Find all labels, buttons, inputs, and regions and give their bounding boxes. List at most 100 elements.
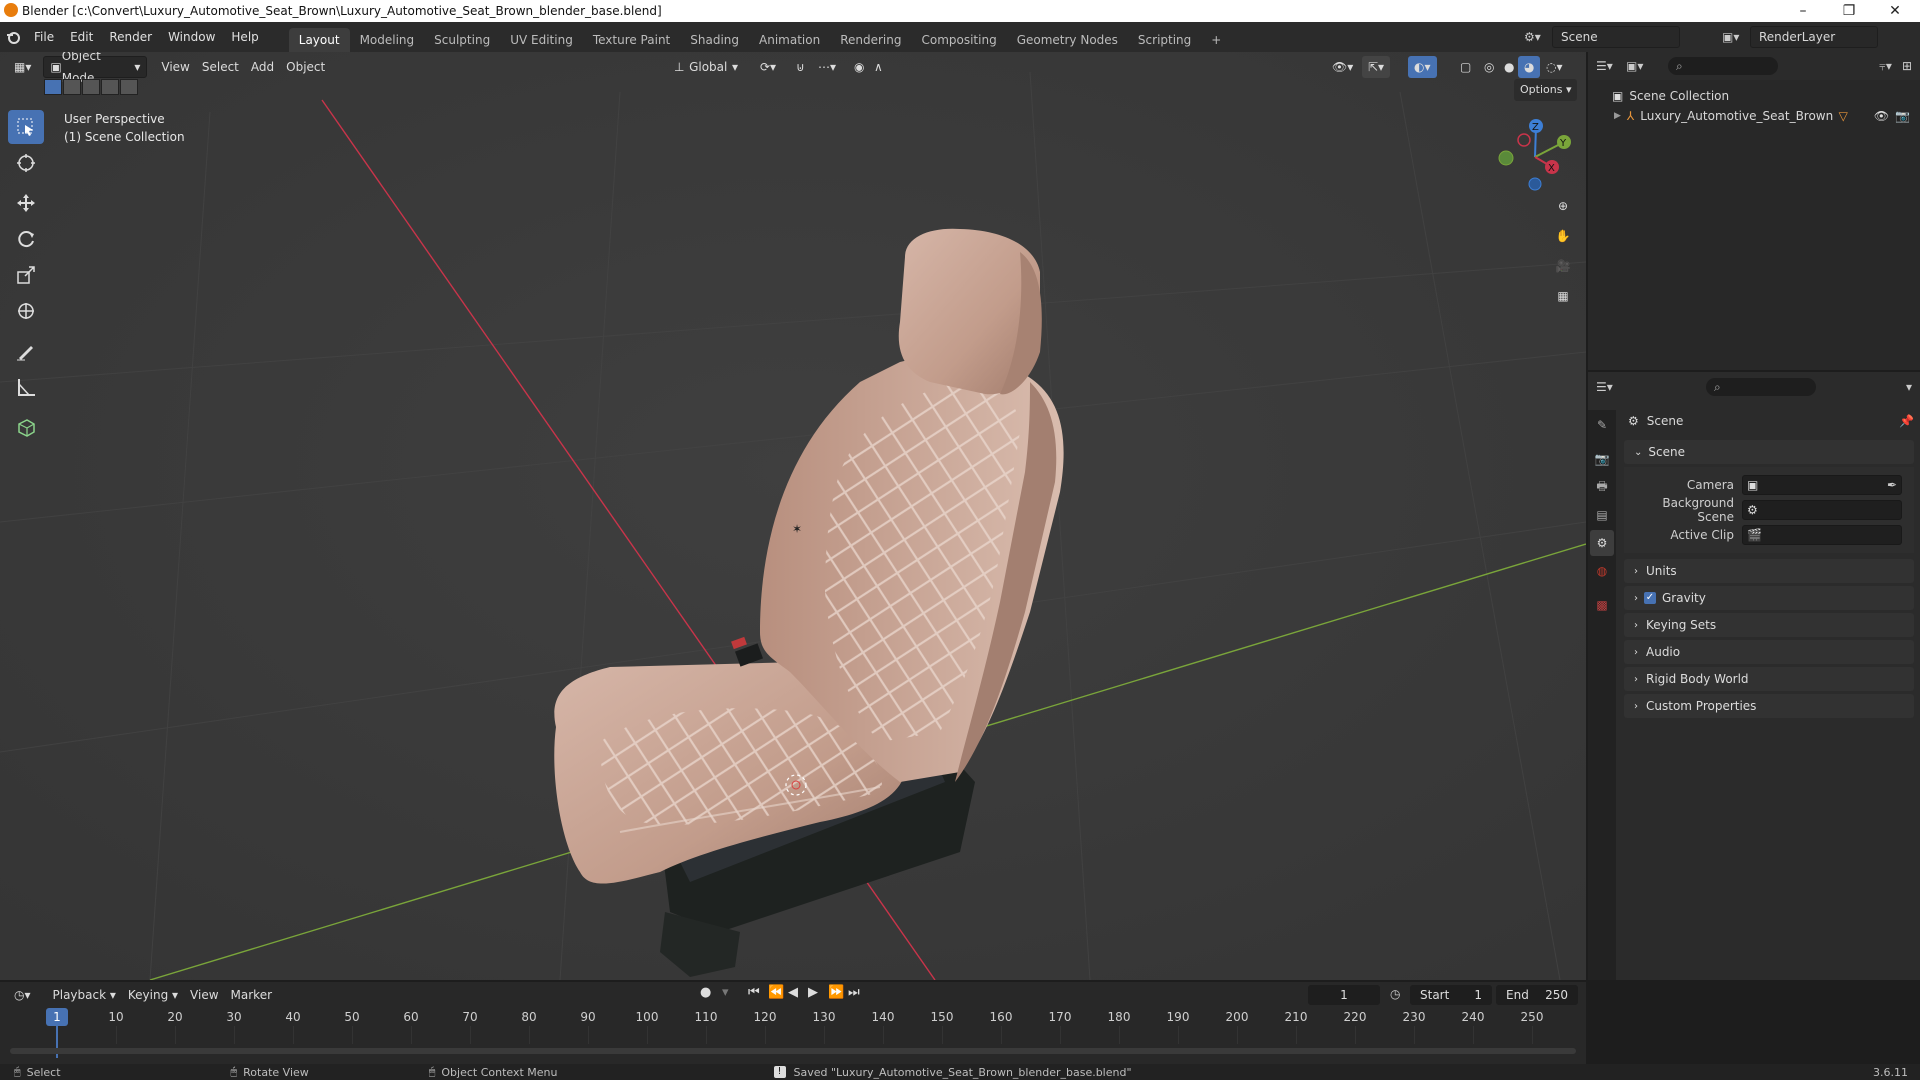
scene-name-field[interactable]: Scene xyxy=(1552,26,1680,48)
add-workspace-button[interactable]: + xyxy=(1201,28,1231,52)
menu-window[interactable]: Window xyxy=(160,22,223,52)
select-new-icon[interactable] xyxy=(44,79,62,95)
overlay-toggle-icon[interactable]: ◐▾ xyxy=(1408,56,1437,78)
maximize-button[interactable]: ❐ xyxy=(1826,0,1872,22)
scene-collection-row[interactable]: ▣ Scene Collection xyxy=(1588,86,1920,106)
output-tab-icon[interactable]: 🖶 xyxy=(1590,474,1614,500)
blender-menu-icon[interactable] xyxy=(0,22,26,52)
tab-compositing[interactable]: Compositing xyxy=(911,28,1006,52)
tab-geometry-nodes[interactable]: Geometry Nodes xyxy=(1007,28,1128,52)
pan-hand-icon[interactable]: ✋ xyxy=(1549,222,1577,250)
falloff-icon[interactable]: ∧ xyxy=(868,56,889,78)
outliner-editor-icon[interactable]: ☰▾ xyxy=(1596,59,1626,73)
select-subtract-icon[interactable] xyxy=(82,79,100,95)
snap-icon[interactable]: ⊍ xyxy=(790,56,811,78)
pivot-point-icon[interactable]: ⟳▾ xyxy=(754,56,782,78)
viewport-menu-object[interactable]: Object xyxy=(280,56,331,78)
zoom-icon[interactable]: ⊕ xyxy=(1549,192,1577,220)
world-tab-icon[interactable]: ◍ xyxy=(1590,558,1614,584)
view-layer-tab-icon[interactable]: ▤ xyxy=(1590,502,1614,528)
minimize-button[interactable]: – xyxy=(1780,0,1826,22)
scene-tab-icon[interactable]: ⚙ xyxy=(1590,530,1614,556)
snap-target-icon[interactable]: ⋯▾ xyxy=(812,56,842,78)
playhead-frame-indicator[interactable]: 1 xyxy=(46,1008,68,1026)
material-preview-shading-icon[interactable]: ◕ xyxy=(1518,56,1541,78)
active-clip-field[interactable]: 🎬 xyxy=(1742,525,1902,545)
options-button[interactable]: Options ▾ xyxy=(1514,79,1578,101)
properties-editor-icon[interactable]: ☰▾ xyxy=(1596,380,1626,394)
background-scene-field[interactable]: ⚙ xyxy=(1742,500,1902,520)
transform-tool[interactable] xyxy=(8,294,44,328)
filter-icon[interactable]: ⫧▾ xyxy=(1879,59,1892,74)
chevron-down-icon: ▾ xyxy=(731,60,738,74)
visibility-selector-icon[interactable]: 👁▾ xyxy=(1326,56,1359,78)
tab-scripting[interactable]: Scripting xyxy=(1128,28,1201,52)
navigation-gizmo[interactable]: Z Y X xyxy=(1490,112,1580,202)
tab-rendering[interactable]: Rendering xyxy=(830,28,911,52)
tool-tab-icon[interactable]: ✎ xyxy=(1590,412,1614,438)
view-layer-name-field[interactable]: RenderLayer xyxy=(1750,26,1878,48)
eyedropper-icon[interactable]: ✒ xyxy=(1887,478,1897,492)
scale-tool[interactable] xyxy=(8,258,44,292)
add-cube-tool[interactable] xyxy=(8,410,44,444)
scene-selector[interactable]: ⚙▾ Scene xyxy=(1524,26,1680,48)
mode-dropdown[interactable]: ▣ Object Mode ▾ xyxy=(43,52,148,85)
scene-panel-header[interactable]: ⌄ Scene xyxy=(1624,440,1914,464)
tab-layout[interactable]: Layout xyxy=(288,28,350,52)
menu-file[interactable]: File xyxy=(26,22,62,52)
outliner-item[interactable]: ▶ ⅄ Luxury_Automotive_Seat_Brown ▽ 👁 📷 xyxy=(1588,106,1920,126)
display-mode-icon[interactable]: ▣▾ xyxy=(1626,59,1656,73)
custom-properties-panel[interactable]: › Custom Properties xyxy=(1624,694,1914,718)
tab-shading[interactable]: Shading xyxy=(680,28,749,52)
rotate-tool[interactable] xyxy=(8,222,44,256)
tab-animation[interactable]: Animation xyxy=(749,28,830,52)
menu-help[interactable]: Help xyxy=(223,22,266,52)
transform-orientation-dropdown[interactable]: ⊥ Global ▾ xyxy=(668,56,744,78)
outliner-search-input[interactable]: ⌕ xyxy=(1668,57,1778,75)
texture-tab-icon[interactable]: ▩ xyxy=(1590,592,1614,618)
3d-viewport[interactable]: ✶ ▦▾ ▣ Object Mode ▾ View Select Add Obj… xyxy=(0,52,1586,980)
viewport-menu-select[interactable]: Select xyxy=(196,56,245,78)
rendered-shading-icon[interactable]: ◌▾ xyxy=(1540,56,1569,78)
select-extend-icon[interactable] xyxy=(63,79,81,95)
gizmo-toggle-icon[interactable]: ⇱▾ xyxy=(1362,56,1391,78)
xray-toggle-icon[interactable]: ▢ xyxy=(1454,56,1477,78)
select-intersect-icon[interactable] xyxy=(120,79,138,95)
new-collection-icon[interactable]: ⊞ xyxy=(1902,59,1912,73)
camera-view-icon[interactable]: 🎥 xyxy=(1549,252,1577,280)
properties-options-icon[interactable]: ▾ xyxy=(1906,380,1912,394)
perspective-toggle-icon[interactable]: ▦ xyxy=(1549,282,1577,310)
cursor-tool[interactable] xyxy=(8,146,44,180)
timeline-scrollbar[interactable] xyxy=(10,1048,1576,1054)
view-layer-selector[interactable]: ▣▾ RenderLayer xyxy=(1722,26,1878,48)
properties-search-input[interactable]: ⌕ xyxy=(1706,378,1816,396)
gravity-checkbox[interactable]: ✓ xyxy=(1644,592,1656,604)
editor-type-icon[interactable]: ▦▾ xyxy=(8,56,37,78)
render-camera-icon[interactable]: 📷 xyxy=(1895,109,1910,123)
annotate-tool[interactable] xyxy=(8,334,44,368)
gravity-panel[interactable]: › ✓ Gravity xyxy=(1624,586,1914,610)
measure-tool[interactable] xyxy=(8,370,44,404)
rigid-body-world-panel[interactable]: › Rigid Body World xyxy=(1624,667,1914,691)
menu-render[interactable]: Render xyxy=(101,22,160,52)
properties-header: ☰▾ ⌕ ▾ xyxy=(1588,372,1920,402)
viewport-menu-view[interactable]: View xyxy=(155,56,195,78)
units-panel[interactable]: › Units xyxy=(1624,559,1914,583)
audio-panel[interactable]: › Audio xyxy=(1624,640,1914,664)
render-tab-icon[interactable]: 📷 xyxy=(1590,446,1614,472)
select-invert-icon[interactable] xyxy=(101,79,119,95)
menu-edit[interactable]: Edit xyxy=(62,22,101,52)
tab-texture-paint[interactable]: Texture Paint xyxy=(583,28,680,52)
tab-uv-editing[interactable]: UV Editing xyxy=(500,28,583,52)
move-tool[interactable] xyxy=(8,186,44,220)
keying-sets-panel[interactable]: › Keying Sets xyxy=(1624,613,1914,637)
tab-sculpting[interactable]: Sculpting xyxy=(424,28,500,52)
viewport-menu-add[interactable]: Add xyxy=(245,56,280,78)
close-button[interactable]: ✕ xyxy=(1872,0,1918,22)
visibility-eye-icon[interactable]: 👁 xyxy=(1874,109,1889,123)
expand-arrow-icon[interactable]: ▶ xyxy=(1614,111,1621,121)
select-box-tool[interactable] xyxy=(8,110,44,144)
camera-field[interactable]: ▣ ✒ xyxy=(1742,475,1902,495)
tab-modeling[interactable]: Modeling xyxy=(350,28,425,52)
pin-icon[interactable]: 📌 xyxy=(1899,414,1914,428)
